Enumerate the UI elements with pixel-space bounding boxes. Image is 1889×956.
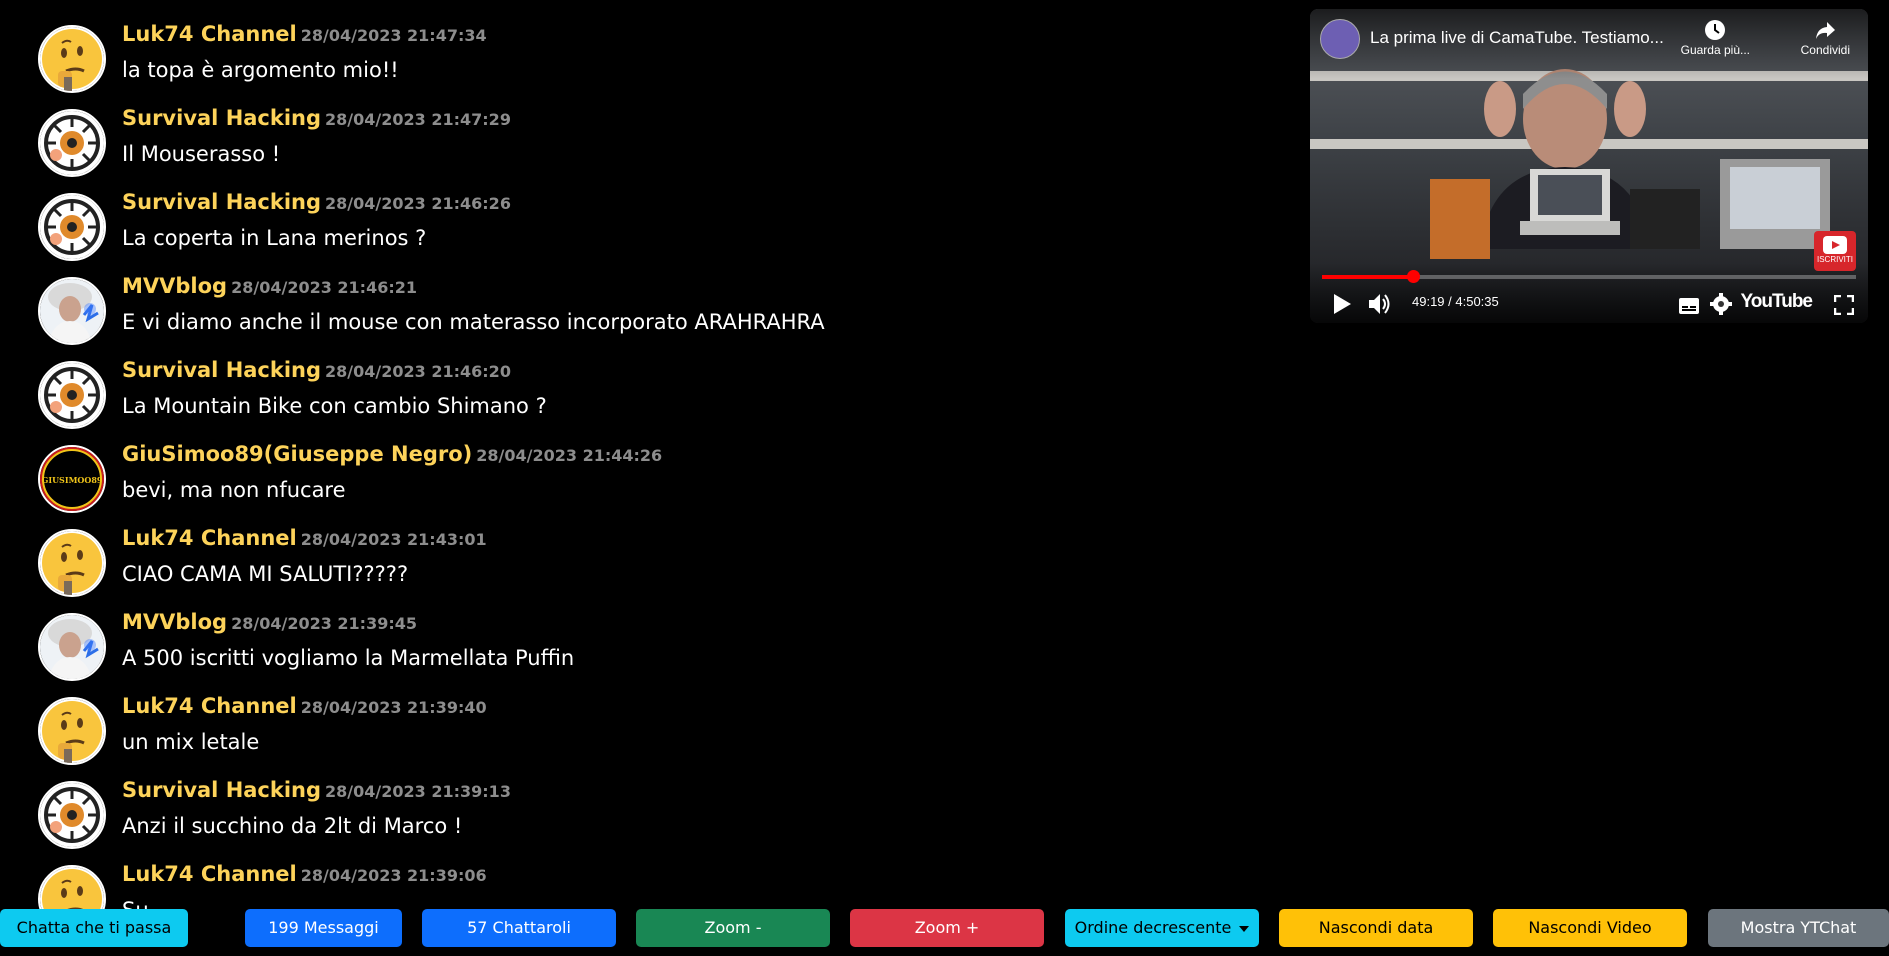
message-timestamp: 28/04/2023 21:47:29 [325,110,511,129]
hide-video-button-label: Nascondi Video [1528,918,1652,937]
chatters-count-button[interactable]: 57 Chattaroli [422,909,616,947]
hide-video-button[interactable]: Nascondi Video [1493,909,1687,947]
message-text: bevi, ma non nfucare [122,478,346,502]
message-timestamp: 28/04/2023 21:43:01 [300,530,487,549]
author-name[interactable]: Luk74 Channel [122,694,297,718]
message-header: MVVblog 28/04/2023 21:39:45 [122,610,417,634]
sort-order-dropdown[interactable]: Ordine decrescente [1065,909,1259,947]
video-time: 49:19 / 4:50:35 [1412,294,1499,309]
survival-hacking-avatar[interactable] [38,361,106,429]
message-text: CIAO CAMA MI SALUTI????? [122,562,409,586]
hide-date-button-label: Nascondi data [1318,918,1434,937]
message-header: Survival Hacking 28/04/2023 21:47:29 [122,106,511,130]
message-timestamp: 28/04/2023 21:44:26 [476,446,663,465]
message-timestamp: 28/04/2023 21:39:06 [300,866,487,885]
message-header: MVVblog 28/04/2023 21:46:21 [122,274,417,298]
survival-hacking-avatar[interactable] [38,781,106,849]
message-text: la topa è argomento mio!! [122,58,399,82]
volume-icon[interactable] [1368,293,1392,315]
subtitles-icon[interactable] [1678,297,1700,315]
zoom-out-button[interactable]: Zoom - [636,909,830,947]
message-header: Luk74 Channel 28/04/2023 21:47:34 [122,22,487,46]
video-progress-bar[interactable] [1322,270,1856,283]
share-label: Condividi [1800,43,1850,57]
clock-icon [1705,20,1726,40]
subscribe-label: ISCRIVITI [1816,255,1853,264]
message-timestamp: 28/04/2023 21:46:21 [231,278,418,297]
show-ytchat-button[interactable]: Mostra YTChat [1708,909,1889,947]
message-header: Luk74 Channel 28/04/2023 21:39:06 [122,862,487,886]
message-text: La coperta in Lana merinos ? [122,226,427,250]
youtube-video-player[interactable]: La prima live di CamaTube. Testiamo... G… [1310,9,1868,323]
chat-title-button[interactable]: Chatta che ti passa [0,909,188,947]
message-header: Survival Hacking 28/04/2023 21:39:13 [122,778,511,802]
share-button[interactable]: Condividi [1801,19,1850,57]
video-title[interactable]: La prima live di CamaTube. Testiamo... [1370,28,1664,48]
message-header: Survival Hacking 28/04/2023 21:46:20 [122,358,511,382]
svg-text:GIUSIMOO89: GIUSIMOO89 [42,475,103,485]
giusimoo-avatar[interactable]: GIUSIMOO89 [38,445,106,513]
author-name[interactable]: Survival Hacking [122,106,321,130]
message-header: Luk74 Channel 28/04/2023 21:43:01 [122,526,487,550]
chevron-down-icon [1239,925,1250,932]
message-header: GiuSimoo89(Giuseppe Negro) 28/04/2023 21:… [122,442,662,466]
author-name[interactable]: Luk74 Channel [122,22,297,46]
message-timestamp: 28/04/2023 21:39:13 [325,782,511,801]
author-name[interactable]: MVVblog [122,274,227,298]
fullscreen-icon[interactable] [1834,295,1854,315]
share-icon [1816,22,1836,39]
author-name[interactable]: MVVblog [122,610,227,634]
message-header: Luk74 Channel 28/04/2023 21:39:40 [122,694,487,718]
thinking-emoji-avatar[interactable] [38,25,106,93]
watch-later-button[interactable]: Guarda più... [1681,19,1750,57]
author-name[interactable]: Luk74 Channel [122,526,297,550]
zoom-in-button[interactable]: Zoom + [850,909,1044,947]
message-timestamp: 28/04/2023 21:39:45 [231,614,418,633]
gear-icon[interactable] [1710,293,1732,315]
video-frame-computers [1430,159,1830,259]
watch-later-label: Guarda più... [1680,43,1750,57]
message-timestamp: 28/04/2023 21:46:20 [325,362,511,381]
messages-count-button[interactable]: 199 Messaggi [245,909,402,947]
mvvblog-avatar[interactable] [38,613,106,681]
channel-avatar[interactable] [1320,19,1360,59]
subscribe-button[interactable]: ISCRIVITI [1814,231,1856,271]
message-timestamp: 28/04/2023 21:46:26 [325,194,511,213]
hide-date-button[interactable]: Nascondi data [1279,909,1473,947]
message-text: Il Mouserasso ! [122,142,281,166]
sort-order-dropdown-label: Ordine decrescente [1074,918,1232,937]
survival-hacking-avatar[interactable] [38,109,106,177]
chatters-count-button-label: 57 Chattaroli [467,918,571,937]
thinking-emoji-avatar[interactable] [38,697,106,765]
messages-count-button-label: 199 Messaggi [268,918,379,937]
chat-message-list[interactable]: Luk74 Channel 28/04/2023 21:47:34 la topa … [0,0,1300,956]
video-progress-fill [1322,275,1413,279]
message-text: E vi diamo anche il mouse con materasso … [122,310,825,334]
message-timestamp: 28/04/2023 21:47:34 [300,26,487,45]
chat-title-button-label: Chatta che ti passa [16,918,172,937]
video-progress-knob[interactable] [1406,270,1420,283]
youtube-logo-icon [1823,236,1847,254]
play-icon[interactable] [1332,293,1352,315]
message-timestamp: 28/04/2023 21:39:40 [300,698,487,717]
youtube-logo[interactable]: YouTube [1741,291,1813,313]
thinking-emoji-avatar[interactable] [38,529,106,597]
message-header: Survival Hacking 28/04/2023 21:46:26 [122,190,511,214]
message-text: La Mountain Bike con cambio Shimano ? [122,394,547,418]
survival-hacking-avatar[interactable] [38,193,106,261]
message-text: Anzi il succhino da 2lt di Marco ! [122,814,463,838]
author-name[interactable]: Survival Hacking [122,358,321,382]
author-name[interactable]: Survival Hacking [122,190,321,214]
zoom-out-button-label: Zoom - [704,918,762,937]
author-name[interactable]: Survival Hacking [122,778,321,802]
mvvblog-avatar[interactable] [38,277,106,345]
message-text: un mix letale [122,730,260,754]
show-ytchat-button-label: Mostra YTChat [1740,918,1857,937]
message-text: A 500 iscritti vogliamo la Marmellata Pu… [122,646,575,670]
bottom-toolbar: Chatta che ti passa 199 Messaggi 57 Chatta… [0,909,1889,947]
author-name[interactable]: Luk74 Channel [122,862,297,886]
author-name[interactable]: GiuSimoo89(Giuseppe Negro) [122,442,472,466]
zoom-in-button-label: Zoom + [914,918,980,937]
